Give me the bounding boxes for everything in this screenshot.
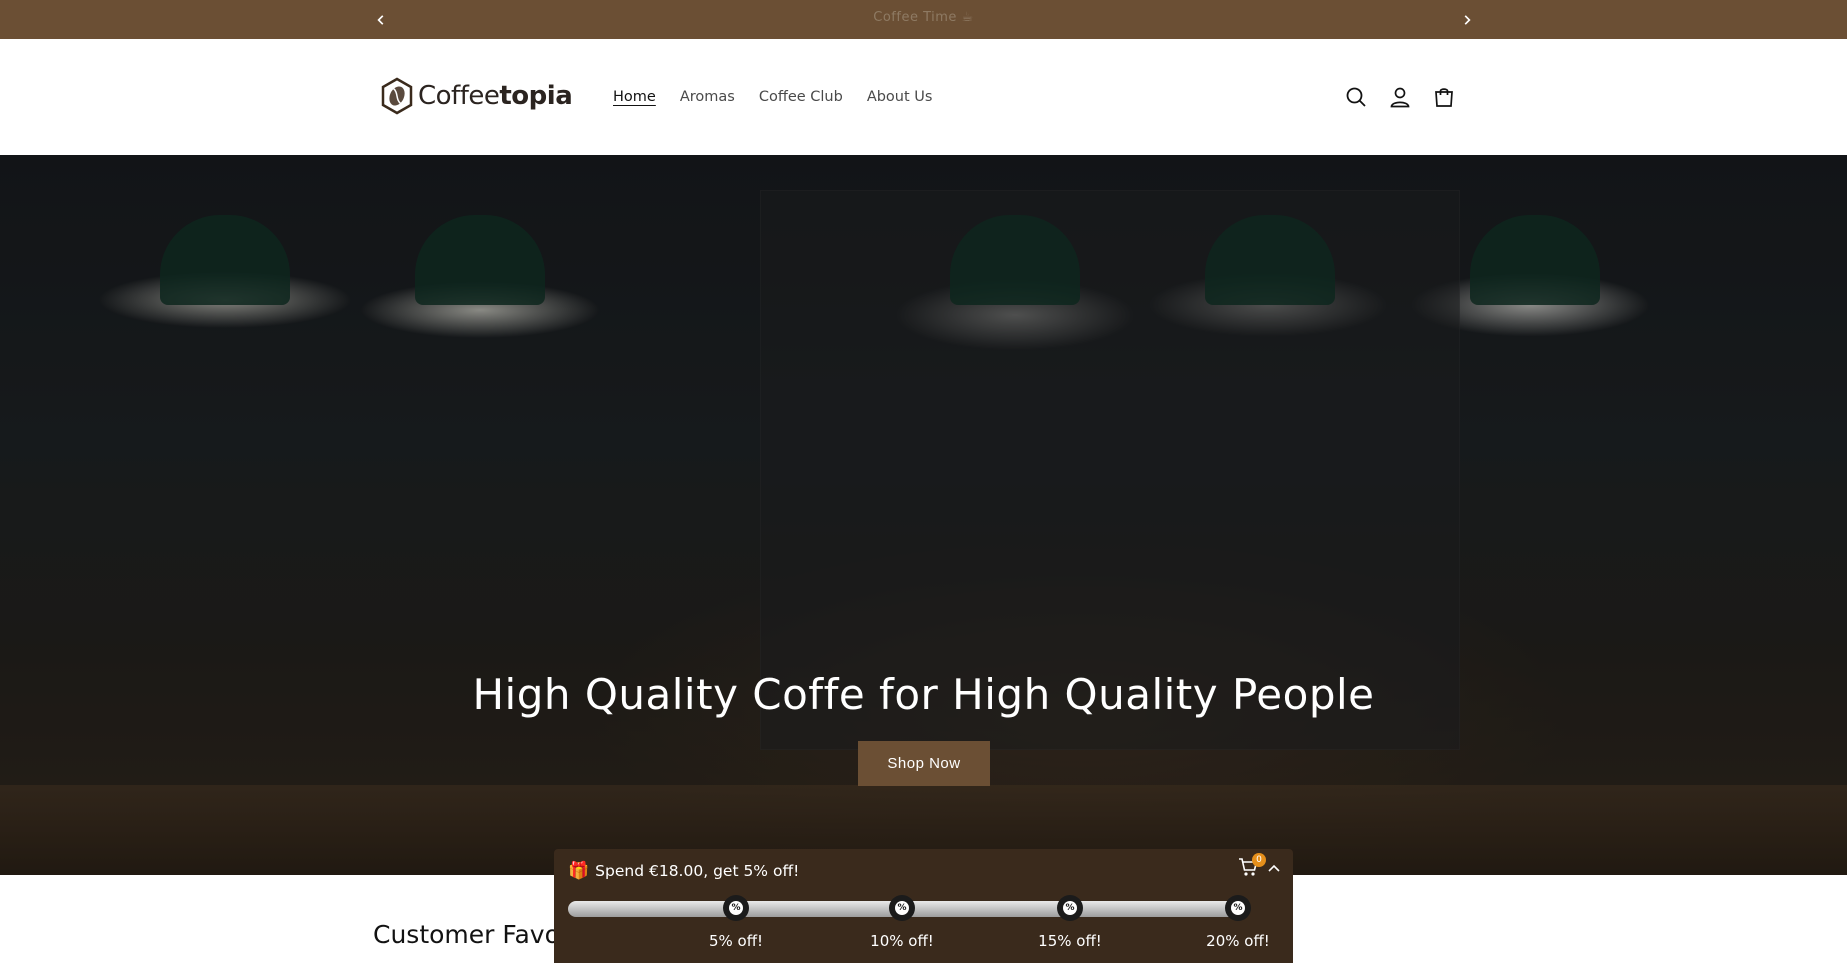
widget-cart-button[interactable]: 0: [1238, 853, 1266, 881]
site-header: Coffeetopia Home Aromas Coffee Club Abou…: [0, 39, 1847, 155]
announcement-text: Coffee Time ☕: [873, 10, 974, 25]
milestone-label: 15% off!: [1038, 932, 1102, 950]
nav-aromas[interactable]: Aromas: [680, 89, 735, 105]
header-icons: [1334, 39, 1466, 155]
nav-coffee-club[interactable]: Coffee Club: [759, 89, 843, 105]
logo[interactable]: Coffeetopia: [380, 77, 573, 115]
chevron-up-icon: [1268, 864, 1280, 872]
search-button[interactable]: [1334, 75, 1378, 119]
search-icon: [1346, 87, 1366, 107]
account-button[interactable]: [1378, 75, 1422, 119]
coffee-bean-logo-icon: [381, 77, 413, 115]
milestone-marker: %: [1057, 895, 1083, 921]
milestone-label: 10% off!: [870, 932, 934, 950]
nav-about-us[interactable]: About Us: [867, 89, 933, 105]
announcement-bar: Coffee Time ☕: [0, 0, 1847, 39]
percent-icon: %: [729, 901, 743, 915]
cart-button[interactable]: [1422, 75, 1466, 119]
milestone-label: 20% off!: [1206, 932, 1270, 950]
percent-icon: %: [1231, 901, 1245, 915]
brand-name: Coffeetopia: [418, 81, 573, 111]
milestone-label: 5% off!: [708, 932, 764, 950]
milestone-marker: %: [1225, 895, 1251, 921]
chevron-right-icon: [1464, 14, 1471, 25]
gift-icon: 🎁: [568, 861, 590, 881]
cart-icon: [1435, 88, 1453, 107]
hero-banner: High Quality Coffe for High Quality Peop…: [0, 155, 1847, 875]
percent-icon: %: [1063, 901, 1077, 915]
main-nav: Home Aromas Coffee Club About Us: [601, 39, 944, 155]
milestone-marker: %: [889, 895, 915, 921]
brand-name-bold: topia: [499, 81, 573, 111]
brand-name-regular: Coffee: [418, 81, 500, 111]
percent-icon: %: [895, 901, 909, 915]
hero-heading: High Quality Coffe for High Quality Peop…: [472, 670, 1375, 719]
collapse-widget-button[interactable]: [1266, 861, 1282, 877]
cart-count-badge: 0: [1252, 853, 1266, 867]
announcement-next-button[interactable]: [1452, 0, 1482, 39]
discount-headline-text: Spend €18.00, get 5% off!: [595, 862, 800, 880]
milestone-marker: %: [723, 895, 749, 921]
shop-now-button[interactable]: Shop Now: [858, 741, 990, 786]
discount-progress-widget: 🎁 Spend €18.00, get 5% off! 0 % % % % 5%…: [554, 849, 1293, 963]
account-icon: [1390, 87, 1410, 108]
nav-home[interactable]: Home: [613, 89, 656, 105]
discount-headline: 🎁 Spend €18.00, get 5% off!: [568, 861, 799, 881]
